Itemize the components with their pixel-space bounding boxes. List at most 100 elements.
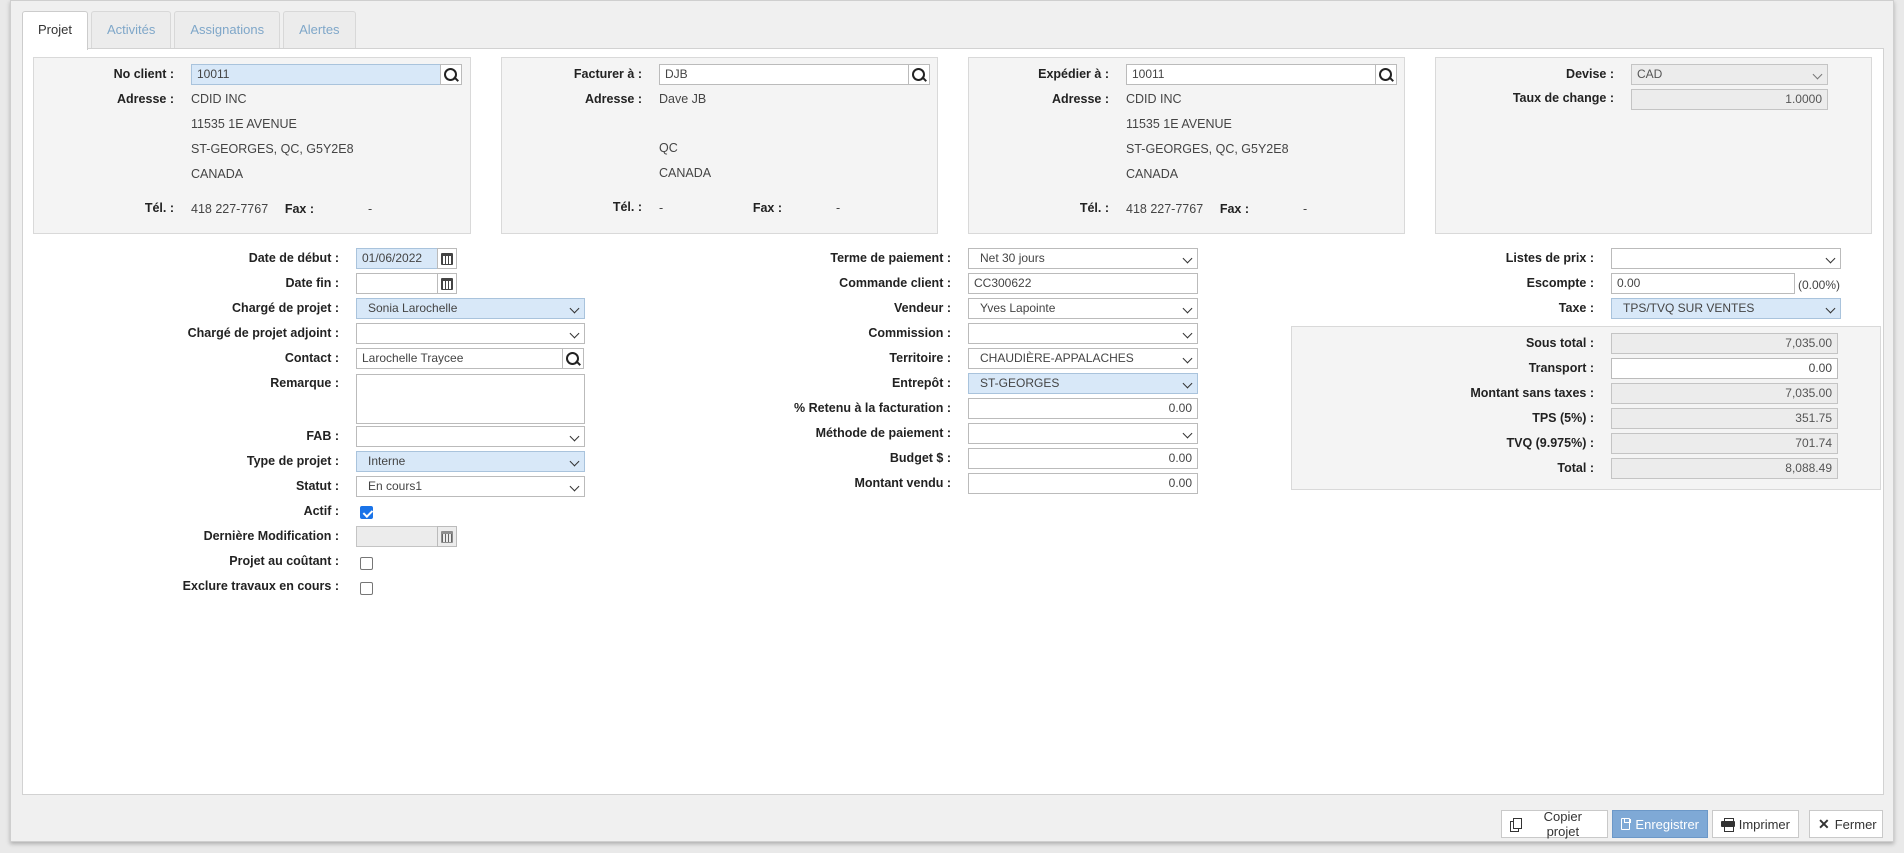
- chevron-down-icon: [569, 456, 580, 467]
- discount-percent: (0.00%): [1798, 278, 1841, 292]
- retained-input[interactable]: 0.00: [968, 398, 1198, 419]
- discount-input[interactable]: 0.00: [1611, 273, 1795, 294]
- chevron-down-icon: [1182, 253, 1193, 264]
- client-address-label: Adresse :: [117, 92, 174, 106]
- transport-input[interactable]: 0.00: [1611, 358, 1838, 379]
- copy-project-button[interactable]: Copier projet: [1501, 809, 1608, 839]
- ship-to-search-button[interactable]: [1375, 64, 1397, 85]
- client-number-input[interactable]: 10011: [191, 64, 441, 85]
- territory-label: Territoire :: [889, 351, 951, 365]
- start-date-picker[interactable]: [437, 248, 457, 269]
- last-modified-picker: [437, 526, 457, 547]
- commission-label: Commission :: [868, 326, 951, 340]
- ship-to-address-label: Adresse :: [1052, 92, 1109, 106]
- tab-assignations[interactable]: Assignations: [174, 11, 281, 49]
- client-address-line-3: ST-GEORGES, QC, G5Y2E8: [191, 142, 354, 156]
- print-icon: [1721, 818, 1735, 832]
- ship-to-address-line-4: CANADA: [1126, 167, 1179, 181]
- warehouse-select[interactable]: ST-GEORGES: [968, 373, 1198, 394]
- ship-to-address-line-3: ST-GEORGES, QC, G5Y2E8: [1126, 142, 1289, 156]
- chevron-down-icon: [569, 303, 580, 314]
- tab-projet[interactable]: Projet: [22, 11, 88, 50]
- budget-input[interactable]: 0.00: [968, 448, 1198, 469]
- tab-alertes[interactable]: Alertes: [283, 11, 356, 49]
- start-date-label: Date de début :: [248, 251, 339, 265]
- client-order-input[interactable]: CC300622: [968, 273, 1198, 294]
- ship-to-panel: Expédier à : 10011 Adresse : CDID INC 11…: [968, 57, 1405, 234]
- cost-project-label: Projet au coûtant :: [229, 554, 339, 568]
- seller-select[interactable]: Yves Lapointe: [968, 298, 1198, 319]
- remark-label: Remarque :: [270, 376, 339, 390]
- exclude-wip-checkbox[interactable]: [360, 582, 373, 595]
- contact-input[interactable]: Larochelle Traycee: [356, 348, 563, 369]
- client-label: No client :: [113, 67, 174, 81]
- cost-project-checkbox[interactable]: [360, 557, 373, 570]
- active-checkbox[interactable]: [360, 506, 373, 519]
- subtotal-value: 7,035.00: [1611, 333, 1838, 354]
- save-button[interactable]: Enregistrer: [1612, 810, 1708, 838]
- print-button[interactable]: Imprimer: [1712, 810, 1799, 838]
- chevron-down-icon: [1812, 69, 1823, 80]
- payment-method-select[interactable]: [968, 423, 1198, 444]
- amount-before-tax-label: Montant sans taxes :: [1470, 386, 1594, 400]
- warehouse-value: ST-GEORGES: [980, 376, 1060, 390]
- assistant-pm-select[interactable]: [356, 323, 585, 344]
- client-panel: No client : 10011 Adresse : CDID INC 115…: [33, 57, 471, 234]
- end-date-picker[interactable]: [437, 273, 457, 294]
- tax-select[interactable]: TPS/TVQ SUR VENTES: [1611, 298, 1841, 319]
- tab-activites[interactable]: Activités: [90, 11, 172, 49]
- bill-to-label: Facturer à :: [573, 67, 642, 81]
- payment-terms-select[interactable]: Net 30 jours: [968, 248, 1198, 269]
- client-search-button[interactable]: [440, 64, 462, 85]
- fab-select[interactable]: [356, 426, 585, 447]
- price-list-select[interactable]: [1611, 248, 1841, 269]
- copy-project-label: Copier projet: [1543, 809, 1582, 839]
- commission-select[interactable]: [968, 323, 1198, 344]
- status-select[interactable]: En cours1: [356, 476, 585, 497]
- project-manager-label: Chargé de projet :: [232, 301, 339, 315]
- total-value: 8,088.49: [1611, 458, 1838, 479]
- calendar-icon: [441, 530, 453, 543]
- chevron-down-icon: [1182, 328, 1193, 339]
- ship-to-tel-label: Tél. :: [1079, 201, 1109, 215]
- bill-to-input[interactable]: DJB: [659, 64, 909, 85]
- fab-label: FAB :: [306, 429, 339, 443]
- project-manager-select[interactable]: Sonia Larochelle: [356, 298, 585, 319]
- close-icon: ✕: [1818, 816, 1830, 832]
- seller-label: Vendeur :: [894, 301, 951, 315]
- currency-select[interactable]: CAD: [1631, 64, 1828, 85]
- active-label: Actif :: [303, 504, 339, 518]
- contact-search-button[interactable]: [562, 348, 584, 369]
- bill-to-panel: Facturer à : DJB Adresse : Dave JB QC CA…: [501, 57, 938, 234]
- client-address-line-4: CANADA: [191, 167, 244, 181]
- end-date-input[interactable]: [356, 273, 438, 294]
- close-button[interactable]: ✕ Fermer: [1809, 810, 1883, 838]
- remark-textarea[interactable]: [356, 374, 585, 424]
- bill-to-address-label: Adresse :: [585, 92, 642, 106]
- currency-label: Devise :: [1566, 67, 1614, 81]
- client-fax: -: [368, 202, 373, 216]
- ship-to-fax: -: [1303, 202, 1308, 216]
- client-order-label: Commande client :: [839, 276, 951, 290]
- exclude-wip-label: Exclure travaux en cours :: [182, 579, 339, 593]
- territory-select[interactable]: CHAUDIÈRE-APPALACHES: [968, 348, 1198, 369]
- project-type-select[interactable]: Interne: [356, 451, 585, 472]
- transport-label: Transport :: [1528, 361, 1594, 375]
- tax-value: TPS/TVQ SUR VENTES: [1623, 301, 1755, 315]
- territory-value: CHAUDIÈRE-APPALACHES: [980, 351, 1134, 365]
- tax-label: Taxe :: [1558, 301, 1594, 315]
- ship-to-input[interactable]: 10011: [1126, 64, 1376, 85]
- search-icon: [1379, 67, 1393, 82]
- client-fax-label: Fax :: [284, 202, 314, 216]
- start-date-input[interactable]: 01/06/2022: [356, 248, 438, 269]
- search-icon: [566, 351, 580, 366]
- exchange-rate-input[interactable]: 1.0000: [1631, 89, 1828, 110]
- currency-panel: Devise : CAD Taux de change : 1.0000: [1435, 57, 1872, 234]
- bill-to-search-button[interactable]: [908, 64, 930, 85]
- project-manager-value: Sonia Larochelle: [368, 301, 458, 315]
- end-date-label: Date fin :: [285, 276, 339, 290]
- bill-to-address-line-3: QC: [659, 141, 678, 155]
- amount-sold-input[interactable]: 0.00: [968, 473, 1198, 494]
- chevron-down-icon: [1825, 303, 1836, 314]
- chevron-down-icon: [1825, 253, 1836, 264]
